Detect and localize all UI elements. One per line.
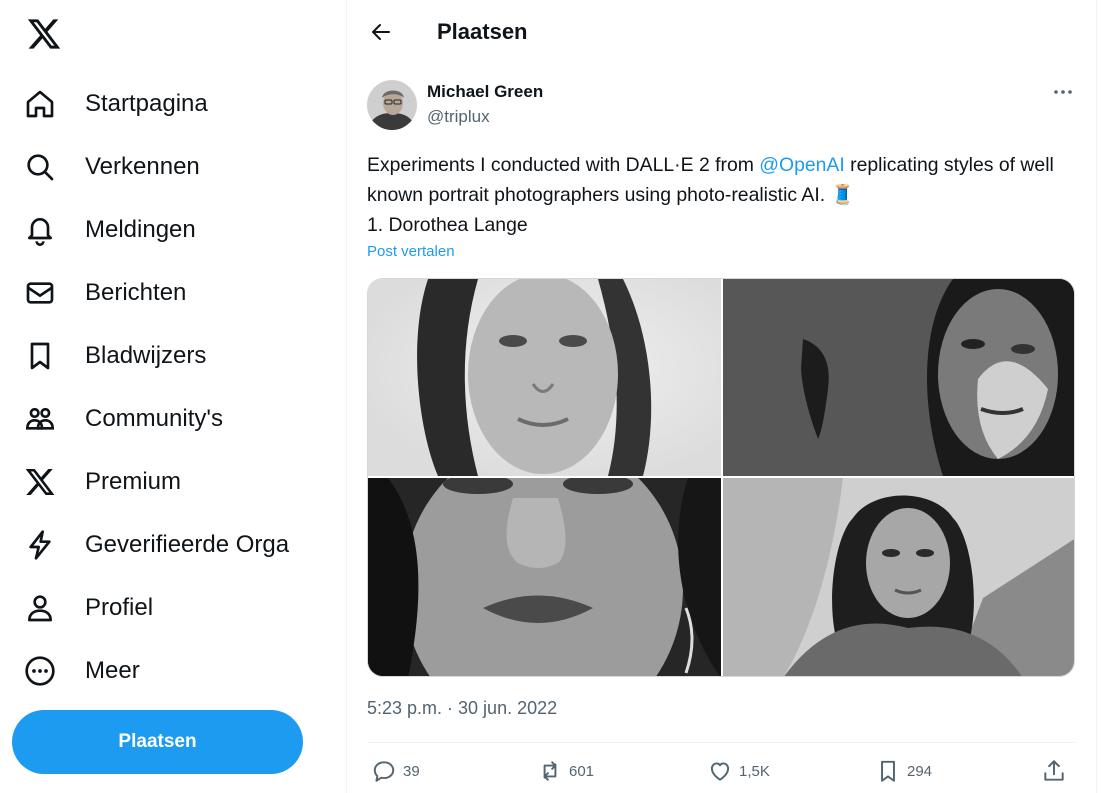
nav-item-premium[interactable]: Premium bbox=[24, 450, 289, 513]
photo-3[interactable] bbox=[368, 478, 721, 677]
avatar-photo bbox=[367, 80, 417, 130]
profile-icon bbox=[28, 594, 52, 621]
bookmark-icon bbox=[30, 342, 50, 369]
x-logo-icon bbox=[25, 468, 55, 495]
nav-label-notifications: Meldingen bbox=[85, 215, 196, 243]
page-header: Plaatsen bbox=[347, 0, 1096, 64]
nav-label-more: Meer bbox=[85, 656, 140, 684]
nav-label-bookmarks: Bladwijzers bbox=[85, 341, 207, 369]
mention-link[interactable]: @OpenAI bbox=[759, 154, 844, 176]
repost-button[interactable]: 601 bbox=[537, 758, 594, 784]
nav-item-profile[interactable]: Profiel bbox=[24, 576, 289, 639]
nav-item-verified-orgs[interactable]: Geverifieerde Orga bbox=[24, 513, 289, 576]
column-divider-right bbox=[1096, 0, 1097, 793]
nav-label-explore: Verkennen bbox=[85, 152, 200, 180]
nav-label-communities: Community's bbox=[85, 404, 223, 432]
search-icon bbox=[27, 153, 54, 180]
reply-count: 39 bbox=[403, 762, 420, 780]
nav-item-messages[interactable]: Berichten bbox=[24, 261, 289, 324]
back-arrow-icon[interactable] bbox=[369, 20, 393, 44]
more-circle-icon bbox=[25, 655, 55, 686]
home-icon bbox=[26, 90, 54, 117]
photo-1[interactable] bbox=[368, 279, 721, 476]
action-bar: 39 601 1,5K 294 bbox=[367, 758, 1075, 788]
primary-nav: Startpagina Verkennen Meldingen Berichte… bbox=[24, 72, 289, 702]
nav-item-home[interactable]: Startpagina bbox=[24, 72, 289, 135]
bell-icon bbox=[28, 217, 52, 246]
repost-count: 601 bbox=[569, 762, 595, 780]
nav-item-bookmarks[interactable]: Bladwijzers bbox=[24, 324, 289, 387]
divider bbox=[367, 742, 1075, 743]
lightning-icon bbox=[29, 529, 51, 560]
photo-2[interactable] bbox=[723, 279, 1075, 476]
sidebar: Startpagina Verkennen Meldingen Berichte… bbox=[0, 0, 346, 793]
media-grid bbox=[367, 278, 1075, 677]
heart-icon bbox=[710, 762, 730, 781]
bookmark-count: 294 bbox=[907, 762, 933, 780]
nav-label-messages: Berichten bbox=[85, 278, 187, 306]
x-logo-icon[interactable] bbox=[26, 16, 62, 52]
like-button[interactable]: 1,5K bbox=[707, 758, 770, 784]
avatar[interactable] bbox=[367, 80, 417, 130]
author-handle[interactable]: @triplux bbox=[427, 107, 490, 127]
bookmark-icon bbox=[881, 760, 895, 782]
nav-label-home: Startpagina bbox=[85, 89, 208, 117]
share-button[interactable] bbox=[1041, 758, 1067, 784]
nav-label-profile: Profiel bbox=[85, 593, 154, 621]
reply-icon bbox=[373, 761, 395, 782]
bookmark-button[interactable]: 294 bbox=[875, 758, 932, 784]
nav-item-explore[interactable]: Verkennen bbox=[24, 135, 289, 198]
reply-button[interactable]: 39 bbox=[371, 758, 420, 784]
mail-icon bbox=[26, 281, 54, 304]
like-count: 1,5K bbox=[739, 762, 770, 780]
repost-icon bbox=[543, 761, 557, 781]
post-timestamp[interactable]: 5:23 p.m. · 30 jun. 2022 bbox=[367, 698, 557, 719]
more-options-icon[interactable] bbox=[1051, 80, 1075, 104]
author-name[interactable]: Michael Green bbox=[427, 82, 543, 102]
photo-4[interactable] bbox=[723, 478, 1075, 677]
tweet-text-line3: 1. Dorothea Lange bbox=[367, 214, 528, 236]
nav-item-notifications[interactable]: Meldingen bbox=[24, 198, 289, 261]
nav-item-more[interactable]: Meer bbox=[24, 639, 289, 702]
nav-label-premium: Premium bbox=[85, 467, 182, 495]
page-title: Plaatsen bbox=[437, 19, 528, 44]
tweet-text-part1: Experiments I conducted with DALL·E 2 fr… bbox=[367, 154, 760, 176]
nav-item-communities[interactable]: Community's bbox=[24, 387, 289, 450]
main-column: Plaatsen Michael Green @triplux Experime… bbox=[347, 0, 1096, 793]
translate-post-link[interactable]: Post vertalen bbox=[367, 243, 455, 260]
share-icon bbox=[1044, 760, 1064, 781]
tweet-text: Experiments I conducted with DALL·E 2 fr… bbox=[367, 150, 1079, 240]
nav-label-verified-orgs: Geverifieerde Orga bbox=[85, 530, 290, 558]
communities-icon bbox=[25, 407, 55, 430]
post-button[interactable]: Plaatsen bbox=[12, 710, 303, 774]
